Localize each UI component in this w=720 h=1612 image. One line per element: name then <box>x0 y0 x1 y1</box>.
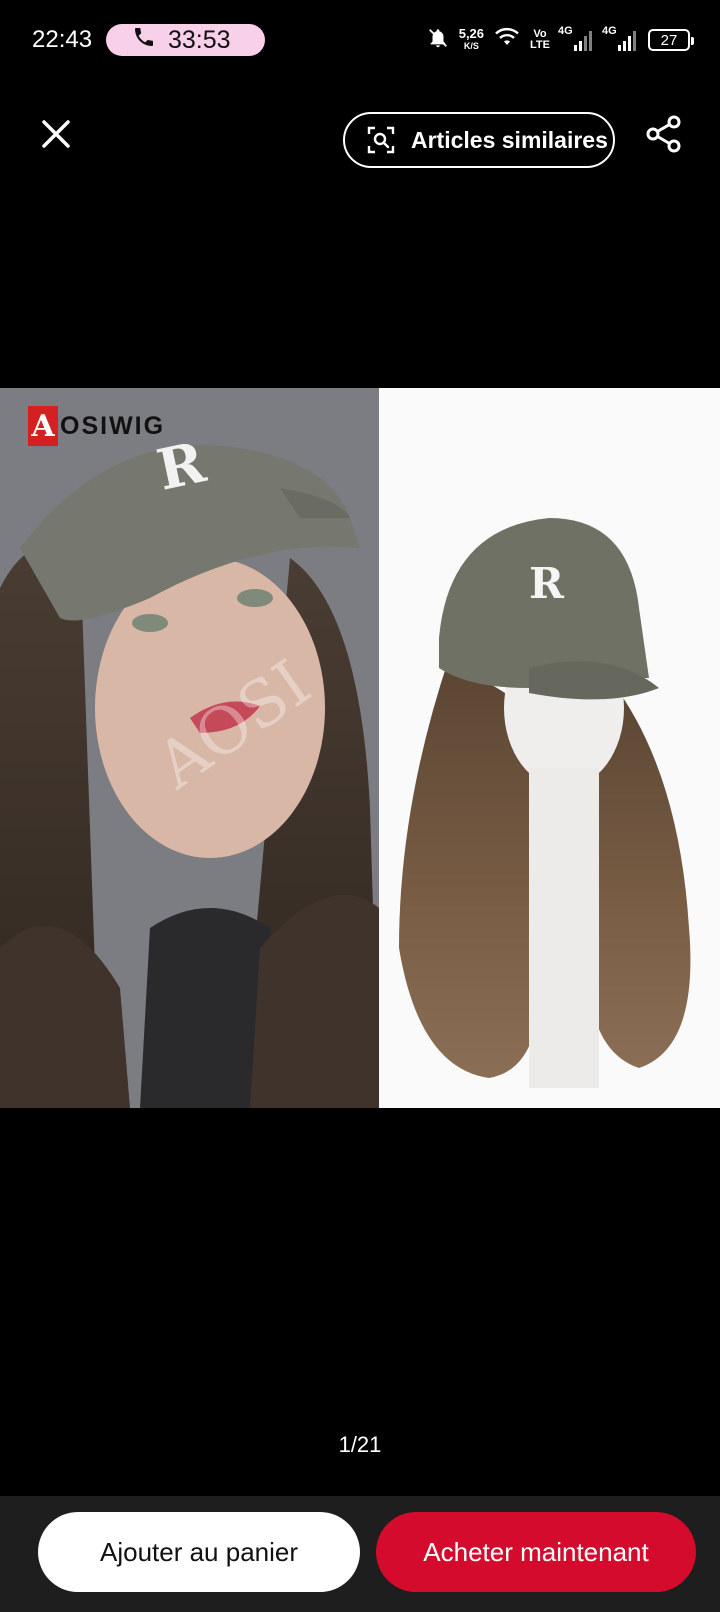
status-time: 22:43 <box>32 26 93 53</box>
network-speed: 5,26 K/S <box>458 26 485 52</box>
status-icons: 5,26 K/S Vo LTE 4G 4G 27 <box>427 24 694 56</box>
buy-now-button[interactable]: Acheter maintenant <box>376 1512 696 1592</box>
signal-sim2-icon: 4G <box>602 25 638 51</box>
sim2-label: 4G <box>602 25 617 37</box>
visual-search-icon <box>367 126 395 154</box>
similar-items-label: Articles similaires <box>411 126 608 153</box>
battery-level: 27 <box>660 31 678 49</box>
call-timer: 33:53 <box>168 25 231 54</box>
page-indicator: 1/21 <box>338 1432 382 1457</box>
add-to-cart-button[interactable]: Ajouter au panier <box>38 1512 360 1592</box>
status-bar: 22:43 33:53 5,26 K/S Vo LTE 4G 4G 27 <box>0 0 720 80</box>
mannequin-illustration: R <box>399 518 691 1088</box>
share-icon <box>644 114 684 159</box>
model-photo: R A OSIWIG AOSI <box>0 388 379 1108</box>
battery-icon: 27 <box>648 29 694 51</box>
similar-items-button[interactable]: Articles similaires <box>343 112 615 168</box>
close-button[interactable] <box>36 116 76 156</box>
signal-sim1-icon: 4G <box>558 25 594 51</box>
net-speed-unit: K/S <box>463 41 479 51</box>
phone-icon <box>132 25 168 56</box>
ongoing-call-pill[interactable]: 33:53 <box>106 24 265 56</box>
bottom-action-bar: Ajouter au panier Acheter maintenant <box>0 1496 720 1612</box>
close-icon <box>40 118 72 155</box>
wifi-icon <box>494 27 520 54</box>
volte-indicator: Vo LTE <box>530 29 550 51</box>
mute-bell-icon <box>427 27 449 54</box>
brand-badge: A <box>28 406 58 446</box>
svg-text:R: R <box>529 559 565 608</box>
volte-bottom: LTE <box>530 39 550 51</box>
sim1-label: 4G <box>558 25 573 37</box>
share-button[interactable] <box>642 114 686 158</box>
brand-text: OSIWIG <box>60 411 166 440</box>
product-image[interactable]: R A OSIWIG AOSI R <box>0 388 720 1108</box>
net-speed-value: 5,26 <box>458 26 485 41</box>
mannequin-photo: R <box>379 388 720 1108</box>
brand-logo: A OSIWIG <box>28 406 165 446</box>
